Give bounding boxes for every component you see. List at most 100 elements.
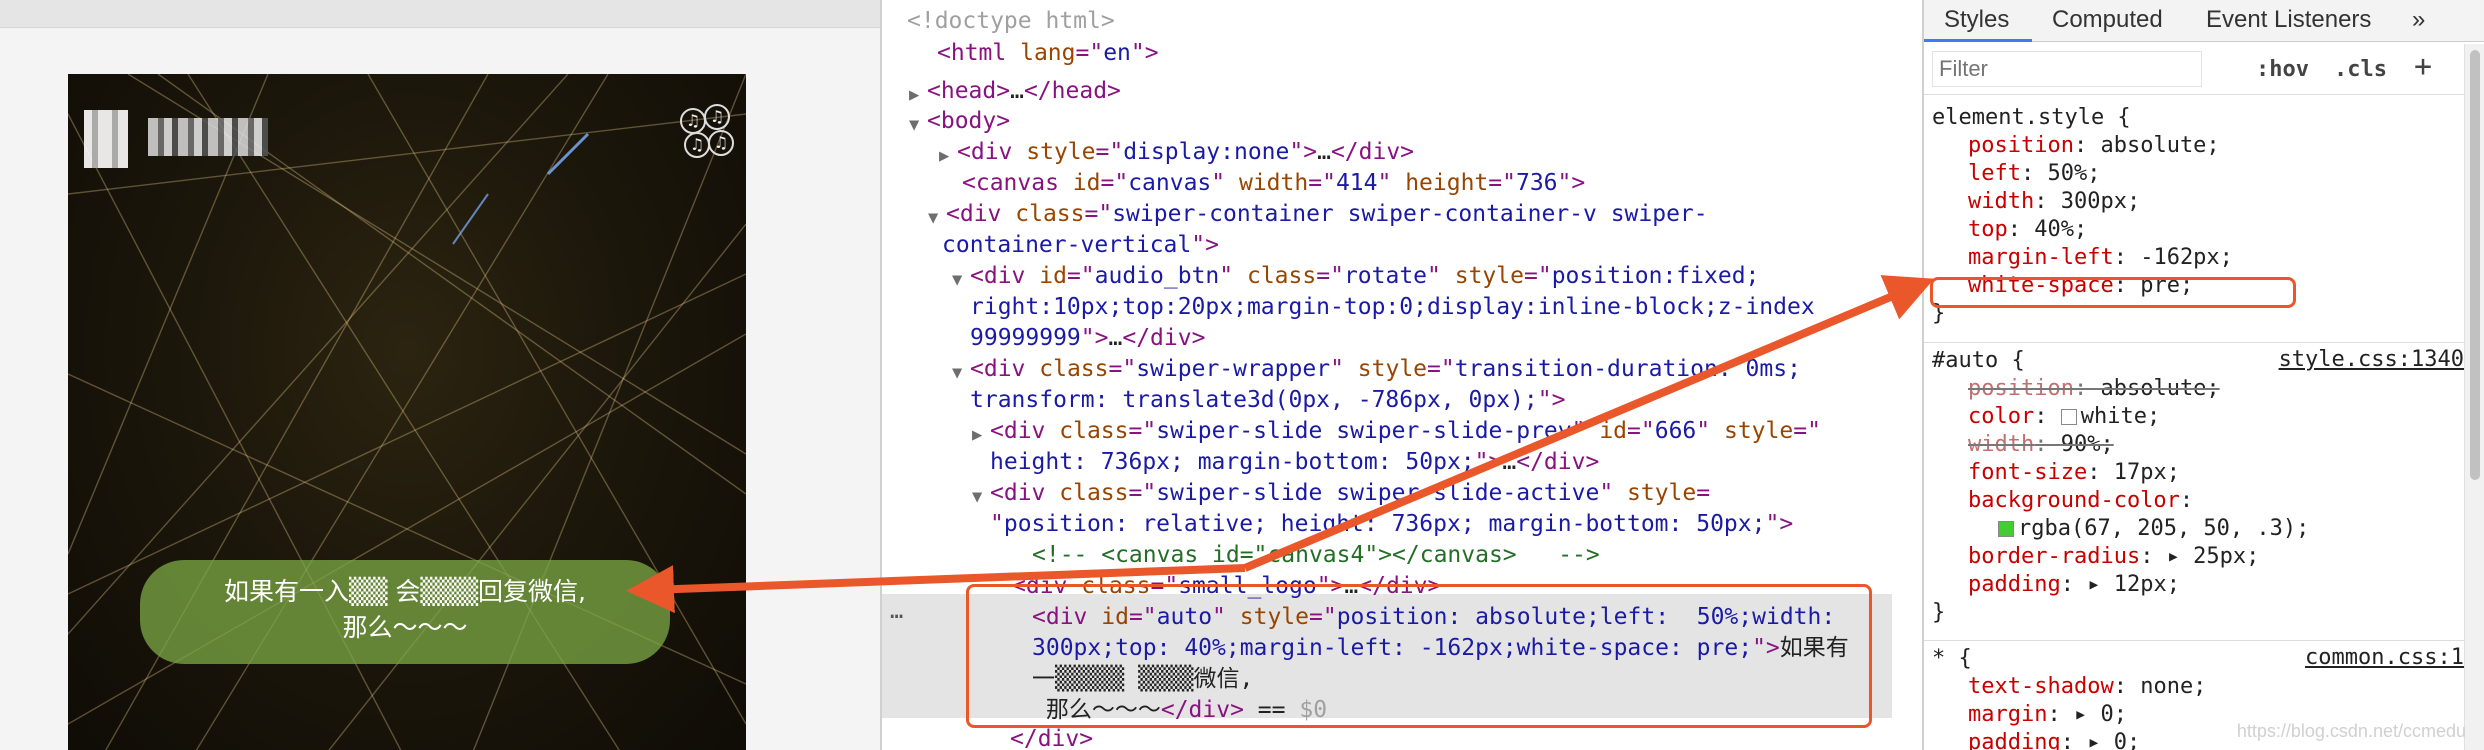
css-property[interactable]: rgba(67, 205, 50, .3); xyxy=(1998,515,2309,543)
css-property[interactable]: position: absolute; xyxy=(1968,375,2220,403)
css-property[interactable]: top: 40%; xyxy=(1968,216,2087,244)
brace: } xyxy=(1932,600,1946,625)
dom-token: style xyxy=(1357,356,1428,382)
dom-line[interactable]: <div class="swiper-container swiper-cont… xyxy=(946,199,1708,230)
dom-line[interactable]: height: 736px; margin-bottom: 50px;">…</… xyxy=(990,447,1599,478)
dom-token: width xyxy=(1238,170,1309,196)
css-property[interactable]: margin-left: -162px; xyxy=(1968,244,2233,272)
expand-toggle-icon[interactable]: ▼ xyxy=(909,110,919,141)
dom-line[interactable]: <div style="display:none">…</div> xyxy=(957,137,1414,168)
dom-line[interactable]: <html lang="en"> xyxy=(937,38,1159,69)
dom-line[interactable]: "position: relative; height: 736px; marg… xyxy=(990,509,1793,540)
dom-token: "> xyxy=(1080,325,1109,351)
tab-computed[interactable]: Computed xyxy=(2052,6,2163,34)
property-name: font-size xyxy=(1968,460,2088,485)
dom-token: <div xyxy=(946,201,1016,227)
dom-token: </div> xyxy=(1010,726,1094,750)
add-rule-button[interactable]: + xyxy=(2414,49,2432,84)
expand-toggle-icon[interactable]: ▼ xyxy=(952,358,962,389)
music-note-icon[interactable]: ♫ xyxy=(704,104,730,130)
dom-token: "> xyxy=(1191,232,1219,258)
styles-scrollbar-thumb[interactable] xyxy=(2470,50,2480,480)
css-property[interactable]: font-size: 17px; xyxy=(1968,459,2180,487)
brand-logo-text xyxy=(148,118,268,156)
selector-text: element.style { xyxy=(1932,105,2131,130)
hover-state-toggle[interactable]: :hov xyxy=(2256,57,2309,82)
property-name: background-color xyxy=(1968,488,2180,513)
dom-token: id xyxy=(1599,418,1628,444)
dom-line[interactable]: <canvas id="canvas" width="414" height="… xyxy=(962,168,1585,199)
css-property[interactable]: color: white; xyxy=(1968,403,2160,431)
dom-line[interactable]: <head>…</head> xyxy=(927,76,1121,107)
css-selector[interactable]: element.style { xyxy=(1932,104,2131,132)
css-property[interactable]: width: 300px; xyxy=(1968,188,2140,216)
css-property[interactable]: left: 50%; xyxy=(1968,160,2100,188)
css-property[interactable]: width: 90%; xyxy=(1968,431,2114,459)
expand-toggle-icon[interactable]: ▶ xyxy=(909,80,919,111)
css-source-link[interactable]: common.css:1 xyxy=(2305,645,2464,670)
dom-token: height xyxy=(1405,170,1489,196)
color-swatch-icon[interactable] xyxy=(1998,521,2014,537)
tab-styles[interactable]: Styles xyxy=(1944,6,2009,34)
dom-token: =" xyxy=(1793,418,1821,444)
music-note-icon[interactable]: ♫ xyxy=(680,108,706,134)
dom-token: id xyxy=(1072,170,1101,196)
styles-filter-input[interactable] xyxy=(1932,51,2202,87)
dom-line[interactable]: 99999999">…</div> xyxy=(970,323,1205,354)
dom-token: <body> xyxy=(927,108,1011,134)
property-name: margin xyxy=(1968,702,2048,727)
dom-line[interactable]: right:10px;top:20px;margin-top:0;display… xyxy=(970,292,1815,323)
dom-token: position: relative; height: 736px; margi… xyxy=(1003,511,1766,537)
expand-toggle-icon[interactable]: ▼ xyxy=(928,203,938,234)
css-source-link[interactable]: style.css:1340 xyxy=(2279,347,2464,372)
property-name: color xyxy=(1968,404,2035,429)
dom-line[interactable]: <div class="swiper-wrapper" style="trans… xyxy=(970,354,1801,385)
css-property[interactable]: position: absolute; xyxy=(1968,132,2220,160)
dom-token: =" xyxy=(1627,418,1655,444)
dom-token: class xyxy=(1059,418,1129,444)
expand-toggle-icon[interactable]: ▼ xyxy=(952,265,962,296)
css-selector[interactable]: #auto { xyxy=(1932,347,2025,375)
dom-token: right:10px;top:20px;margin-top:0;display… xyxy=(970,294,1815,320)
color-swatch-icon[interactable] xyxy=(2060,409,2077,425)
dom-token: =" xyxy=(1523,263,1552,289)
css-property[interactable]: text-shadow: none; xyxy=(1968,673,2206,701)
css-property[interactable]: background-color: xyxy=(1968,487,2206,515)
dom-token: =" xyxy=(1100,170,1129,196)
dom-line[interactable]: <div class="swiper-slide swiper-slide-pr… xyxy=(990,416,1821,447)
dom-line[interactable]: <!doctype html> xyxy=(907,6,1115,37)
dom-token: 414 xyxy=(1335,170,1378,196)
more-tabs-icon[interactable]: » xyxy=(2412,6,2425,34)
music-note-icon[interactable]: ♫ xyxy=(684,132,710,158)
expand-toggle-icon[interactable]: ▶ xyxy=(939,141,949,172)
class-toggle[interactable]: .cls xyxy=(2334,57,2387,82)
property-name: width xyxy=(1968,432,2035,457)
expand-toggle-icon[interactable]: ▶ xyxy=(972,420,982,451)
tab-event-listeners[interactable]: Event Listeners xyxy=(2206,6,2371,34)
dom-token: <div xyxy=(970,263,1040,289)
dom-token: </div> xyxy=(1122,325,1206,351)
dom-token: =" xyxy=(1427,356,1455,382)
styles-tabbar: Styles Computed Event Listeners » xyxy=(1924,0,2484,42)
dom-line[interactable]: <div class="swiper-slide swiper-slide-ac… xyxy=(990,478,1710,509)
dom-line[interactable]: transform: translate3d(0px, -786px, 0px)… xyxy=(970,385,1565,416)
brand-logo-icon xyxy=(84,110,128,168)
message-bubble: 如果有一入▒▒ 会▒▒▒回复微信, 那么～～～ xyxy=(140,560,670,664)
css-selector[interactable]: * { xyxy=(1932,645,1972,673)
dom-line[interactable]: <div id="audio_btn" class="rotate" style… xyxy=(970,261,1759,292)
css-property[interactable]: border-radius: ▸ 25px; xyxy=(1968,543,2259,571)
dom-line[interactable]: container-vertical"> xyxy=(942,230,1219,261)
dom-line[interactable]: <body> xyxy=(927,106,1010,137)
css-property[interactable]: padding: ▸ 0; xyxy=(1968,729,2140,750)
property-value: 90%; xyxy=(2060,432,2114,457)
dom-token: <div xyxy=(990,418,1060,444)
css-property[interactable]: padding: ▸ 12px; xyxy=(1968,571,2180,599)
dom-token: id xyxy=(1039,263,1067,289)
dom-token: swiper-wrapper xyxy=(1136,356,1331,382)
css-property[interactable]: margin: ▸ 0; xyxy=(1968,701,2127,729)
expand-toggle-icon[interactable]: ▼ xyxy=(972,482,982,513)
dom-token: display:none xyxy=(1123,139,1290,165)
music-note-icon[interactable]: ♫ xyxy=(708,130,734,156)
node-options-icon[interactable]: … xyxy=(890,596,903,627)
dom-line[interactable]: <!-- <canvas id="canvas4"></canvas> --> xyxy=(1032,540,1600,571)
